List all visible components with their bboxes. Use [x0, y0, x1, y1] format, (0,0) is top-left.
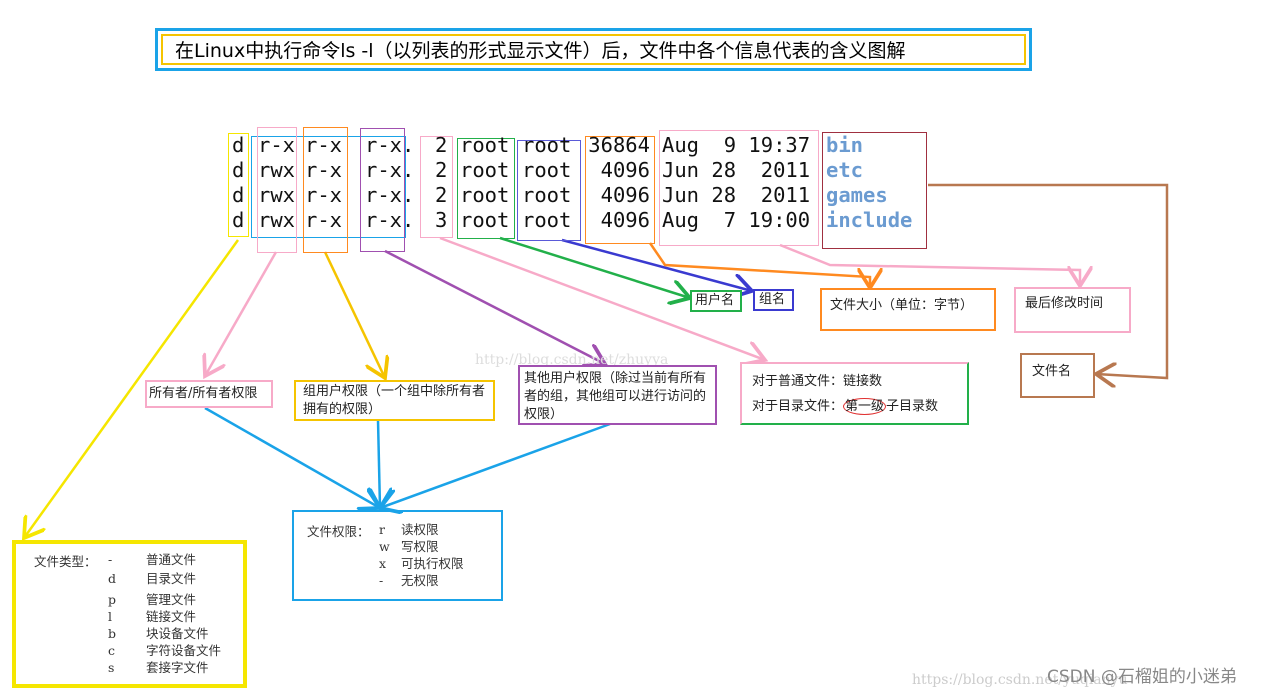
- label-owner: 所有者/所有者权限: [145, 380, 273, 408]
- link-count: 2: [435, 133, 448, 157]
- filename: games: [826, 183, 888, 207]
- perm-desc: 写权限: [401, 539, 439, 554]
- label-user: 用户名: [690, 290, 742, 312]
- owner-perm: rwx: [258, 183, 296, 207]
- page-title: 在Linux中执行命令ls -l（以列表的形式显示文件）后，文件中各个信息代表的…: [161, 34, 1026, 65]
- links-dir-circled: 第一级: [843, 398, 887, 415]
- arrow-mtime: [779, 243, 1080, 286]
- type-code: b: [108, 626, 117, 641]
- user: root: [460, 158, 510, 182]
- arrow-other: [384, 249, 605, 364]
- perm-code: x: [379, 556, 387, 571]
- file-types-heading: 文件类型：: [34, 554, 97, 569]
- filename: etc: [826, 158, 864, 182]
- type-code: l: [108, 609, 112, 624]
- type-desc: 管理文件: [146, 592, 197, 607]
- owner-perm: rwx: [258, 208, 296, 232]
- links-dir-prefix: 对于目录文件：: [752, 399, 844, 414]
- other-perm: r-x.: [365, 183, 415, 207]
- arrow-filename: [928, 183, 1169, 378]
- links-dir-text: 对于目录文件： 第一级 子目录数: [752, 394, 957, 419]
- filename: bin: [826, 133, 864, 157]
- permissions-list: r 读权限 w 写权限 x 可执行权限 - 无权限: [379, 521, 464, 589]
- other-perm: r-x.: [365, 133, 415, 157]
- arrow-perm-owner: [204, 406, 380, 508]
- file-types-box: 文件类型： - 普通文件 d 目录文件 p 管理文件 l 链接文件 b 块设备文件 c 字符…: [12, 540, 247, 688]
- group-perm: r-x: [305, 183, 343, 207]
- group: root: [522, 208, 572, 232]
- permissions-box: 文件权限： r 读权限 w 写权限 x 可执行权限 - 无权限: [292, 510, 503, 601]
- type-desc: 链接文件: [146, 609, 197, 624]
- file-types-list: - 普通文件 d 目录文件 p 管理文件 l 链接文件 b 块设备文件 c 字符设备文件 s…: [108, 551, 221, 676]
- file-type: d: [232, 208, 245, 232]
- label-group: 组名: [753, 289, 794, 311]
- links-regular-text: 对于普通文件：链接数: [752, 374, 883, 389]
- group-perm: r-x: [305, 208, 343, 232]
- link-count: 3: [435, 208, 448, 232]
- type-code: s: [108, 660, 115, 675]
- user: root: [460, 208, 510, 232]
- type-desc: 块设备文件: [146, 626, 209, 641]
- arrow-perm-group: [378, 419, 380, 508]
- perm-desc: 读权限: [401, 522, 439, 537]
- file-type: d: [232, 183, 245, 207]
- links-dir-suffix: 子目录数: [886, 399, 939, 414]
- arrow-perm-other: [380, 422, 611, 508]
- permissions-heading: 文件权限：: [307, 524, 370, 539]
- size: 4096: [600, 158, 650, 182]
- label-links: 对于普通文件：链接数 对于目录文件： 第一级 子目录数: [740, 362, 969, 425]
- perm-code: r: [379, 522, 385, 537]
- file-type: d: [232, 158, 245, 182]
- type-code: p: [108, 592, 117, 607]
- user: root: [460, 133, 510, 157]
- type-code: c: [108, 643, 116, 658]
- title-frame: 在Linux中执行命令ls -l（以列表的形式显示文件）后，文件中各个信息代表的…: [155, 28, 1032, 71]
- group: root: [522, 183, 572, 207]
- label-group-perm: 组用户权限（一个组中除所有者拥有的权限）: [294, 380, 495, 421]
- type-desc: 套接字文件: [146, 660, 209, 675]
- arrow-group-perm: [323, 251, 385, 378]
- credit-watermark: CSDN @石榴姐的小迷弟: [1047, 667, 1237, 687]
- size: 36864: [588, 133, 650, 157]
- group: root: [522, 133, 572, 157]
- type-code: d: [108, 571, 117, 586]
- perm-desc: 无权限: [401, 573, 439, 588]
- owner-perm: r-x: [258, 133, 296, 157]
- group: root: [522, 158, 572, 182]
- perm-desc: 可执行权限: [401, 556, 464, 571]
- filename: include: [826, 208, 913, 232]
- type-code: -: [108, 552, 113, 567]
- mtime: Jun 28 2011: [662, 183, 811, 207]
- label-mtime: 最后修改时间: [1014, 287, 1131, 333]
- label-size: 文件大小（单位：字节）: [820, 288, 996, 331]
- type-desc: 普通文件: [146, 552, 197, 567]
- label-other-perm: 其他用户权限（除过当前有所有者的组，其他组可以进行访问的权限）: [518, 365, 717, 425]
- link-count: 2: [435, 158, 448, 182]
- owner-perm: rwx: [258, 158, 296, 182]
- user: root: [460, 183, 510, 207]
- perm-code: -: [379, 573, 384, 588]
- type-desc: 字符设备文件: [146, 643, 222, 658]
- other-perm: r-x.: [365, 208, 415, 232]
- group-perm: r-x: [305, 133, 343, 157]
- group-perm: r-x: [305, 158, 343, 182]
- perm-code: w: [379, 539, 390, 554]
- other-perm: r-x.: [365, 158, 415, 182]
- mtime: Aug 7 19:00: [662, 208, 811, 232]
- mtime: Aug 9 19:37: [662, 133, 811, 157]
- type-desc: 目录文件: [146, 571, 197, 586]
- mtime: Jun 28 2011: [662, 158, 811, 182]
- label-filename: 文件名: [1020, 353, 1095, 398]
- file-type: d: [232, 133, 245, 157]
- size: 4096: [600, 208, 650, 232]
- link-count: 2: [435, 183, 448, 207]
- size: 4096: [600, 183, 650, 207]
